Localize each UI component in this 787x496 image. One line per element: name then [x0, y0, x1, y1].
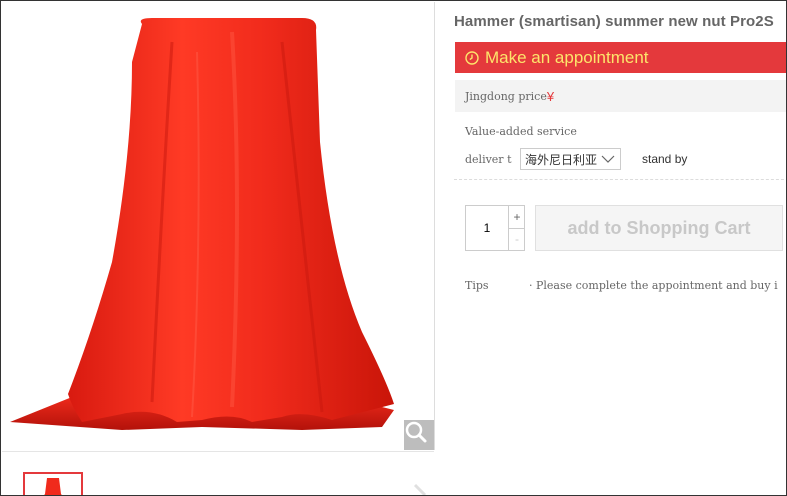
product-info-panel: Hammer (smartisan) summer new nut Pro2S …	[454, 1, 786, 495]
magnifier-icon	[405, 421, 427, 443]
delivery-region-value: 海外尼日利亚	[525, 152, 598, 167]
quantity-decrease-button[interactable]: -	[508, 228, 525, 250]
thumbnail-strip	[2, 451, 434, 495]
price-row: Jingdong price ¥	[455, 80, 786, 112]
chevron-down-icon	[601, 155, 615, 163]
appointment-banner[interactable]: Make an appointment	[455, 42, 786, 73]
zoom-button[interactable]	[404, 420, 434, 450]
add-to-cart-button[interactable]: add to Shopping Cart	[535, 205, 783, 251]
quantity-stepper[interactable]: + -	[465, 205, 525, 251]
product-title: Hammer (smartisan) summer new nut Pro2S	[454, 13, 774, 30]
tips-label: Tips	[465, 279, 489, 292]
appointment-label: Make an appointment	[485, 47, 649, 67]
currency-symbol: ¥	[546, 88, 555, 104]
thumbnail-image	[44, 478, 62, 495]
quantity-increase-button[interactable]: +	[508, 206, 525, 229]
red-cloth-image	[10, 18, 394, 430]
deliver-label: deliver t	[465, 153, 512, 166]
thumbnail-item[interactable]	[23, 472, 83, 495]
delivery-region-select[interactable]: 海外尼日利亚	[520, 148, 621, 170]
stand-by-label: stand by	[642, 152, 688, 166]
product-detail-frame: Hammer (smartisan) summer new nut Pro2S …	[0, 0, 787, 496]
price-label: Jingdong price	[465, 89, 547, 103]
thumbnail-next-arrow-icon[interactable]	[413, 483, 429, 496]
clock-icon	[465, 50, 479, 65]
section-divider	[454, 179, 786, 180]
tips-text: · Please complete the appointment and bu…	[529, 279, 778, 292]
main-product-image	[2, 2, 435, 450]
value-added-label: Value-added service	[465, 125, 577, 138]
quantity-input[interactable]	[466, 206, 508, 250]
